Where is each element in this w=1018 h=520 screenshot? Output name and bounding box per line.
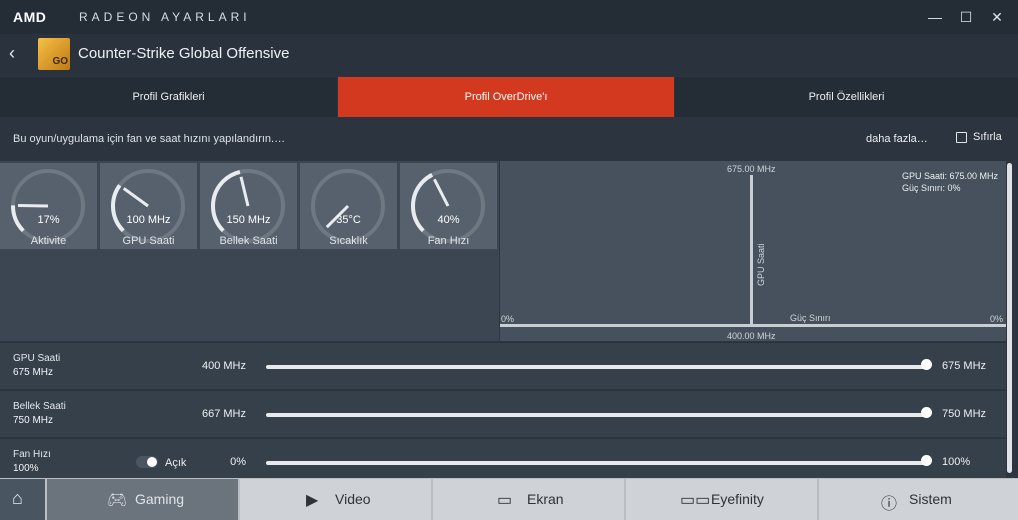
slider-name: Bellek Saati [13,401,66,412]
nav-label: Video [335,491,371,507]
slider-min: 400 MHz [201,360,246,372]
back-arrow-icon[interactable]: ‹ [9,43,15,64]
fan-toggle-label: Açık [165,457,187,469]
close-button[interactable]: ✕ [988,8,1006,26]
gauge-value: 150 MHz [226,214,271,226]
game-icon: GO [38,38,70,70]
toggle-knob [147,457,157,467]
slider-thumb[interactable] [921,455,932,466]
nav-label: Gaming [135,491,185,507]
gauge-value: 35°C [336,214,361,226]
gauges-panel: 17% Aktivite 100 MHz GPU Saati 150 MHz B… [0,161,499,341]
gauge-gpu-clock: 100 MHz GPU Saati [100,163,197,249]
slider-thumb[interactable] [921,359,932,370]
reset-button[interactable]: Sıfırla [956,131,1002,143]
slider-row-gpu-clock: GPU Saati 675 MHz 400 MHz 675 MHz [0,342,1006,389]
slider-track[interactable] [266,461,926,465]
graph-vertical-axis [750,175,753,325]
eyefinity-icon: ▭▭ [680,492,711,509]
gauge-temperature: 35°C Sıcaklık [300,163,397,249]
nav-label: Ekran [527,491,564,507]
gauge-value: 17% [37,214,60,226]
nav-home[interactable]: ⌂ [0,479,45,520]
play-icon: ▶ [306,492,319,509]
slider-min: 0% [230,456,246,468]
profile-tabs: Profil Grafikleri Profil OverDrive'ı Pro… [0,77,1018,117]
slider-name: GPU Saati [13,353,61,364]
readout-gpu-clock: GPU Saati: 675.00 MHz [901,171,998,181]
nav-video[interactable]: ▶ Video [240,479,431,520]
nav-display[interactable]: ▭ Ekran [433,479,624,520]
profile-header: ‹ GO Counter-Strike Global Offensive [0,34,1018,76]
slider-value: 100% [13,463,39,474]
gauge-label: Fan Hızı [427,235,470,247]
home-icon: ⌂ [12,488,23,508]
gauge-label: Sıcaklık [329,235,368,247]
gauge-fan-speed: 40% Fan Hızı [400,163,497,249]
slider-track[interactable] [266,365,926,369]
gauge-label: Bellek Saati [219,235,278,247]
graph-right-pct: 0% [989,314,1003,324]
nav-label: Eyefinity [711,491,764,507]
nav-eyefinity[interactable]: ▭▭ Eyefinity [626,479,817,520]
slider-row-memory-clock: Bellek Saati 750 MHz 667 MHz 750 MHz [0,390,1006,437]
slider-track[interactable] [266,413,926,417]
description-row: Bu oyun/uygulama için fan ve saat hızını… [0,117,1018,161]
graph-y-label: GPU Saati [756,243,766,286]
more-link[interactable]: daha fazla… [866,133,928,145]
tab-profile-graphics[interactable]: Profil Grafikleri [0,77,337,117]
nav-system[interactable]: ⓘ Sistem [819,479,1018,520]
gauge-label: GPU Saati [122,235,175,247]
amd-logo: AMD [13,9,47,25]
graph-x-label: Güç Sınırı [790,313,831,323]
slider-thumb[interactable] [921,407,932,418]
slider-row-fan-speed: Fan Hızı 100% Açık 0% 100% [0,438,1006,479]
bottom-nav: ⌂ 🎮︎ Gaming ▶ Video ▭ Ekran ▭▭ Eyefinity… [0,478,1018,520]
scrollbar[interactable] [1006,161,1014,477]
tab-profile-features[interactable]: Profil Özellikleri [675,77,1018,117]
nav-gaming[interactable]: 🎮︎ Gaming [47,479,238,520]
slider-value: 750 MHz [13,415,54,426]
graph-bottom-label: 400.00 MHz [727,331,776,341]
description-text: Bu oyun/uygulama için fan ve saat hızını… [13,133,286,145]
slider-max: 675 MHz [942,360,987,372]
graph-left-pct: 0% [501,314,515,324]
slider-min: 667 MHz [201,408,246,420]
gauge-needle [122,187,149,208]
gauge-needle [239,176,250,207]
info-icon: ⓘ [881,496,898,513]
overdrive-graph[interactable]: 675.00 MHz GPU Saati Güç Sınırı 0% 0% 40… [500,161,1006,341]
app-title: RADEON AYARLARI [79,10,251,24]
tab-profile-overdrive[interactable]: Profil OverDrive'ı [338,77,674,117]
graph-horizontal-axis [500,324,1006,327]
gauge-value: 40% [437,214,460,226]
slider-max: 100% [942,456,971,468]
reset-label: Sıfırla [973,131,1002,143]
slider-value: 675 MHz [13,367,54,378]
gamepad-icon: 🎮︎ [107,492,128,509]
maximize-button[interactable]: ☐ [957,8,975,26]
reset-icon [956,131,967,143]
title-bar: AMD RADEON AYARLARI — ☐ ✕ [0,0,1018,34]
readout-power-limit: Güç Sınırı: 0% [901,183,961,193]
gauge-value: 100 MHz [126,214,171,226]
monitor-icon: ▭ [497,492,513,509]
minimize-button[interactable]: — [926,8,944,26]
scrollbar-thumb[interactable] [1007,163,1012,473]
slider-max: 750 MHz [942,408,987,420]
graph-top-label: 675.00 MHz [727,164,776,174]
gauge-needle [433,178,450,207]
graph-readout: GPU Saati: 675.00 MHz Güç Sınırı: 0% [902,170,998,194]
gauge-activity: 17% Aktivite [0,163,97,249]
game-title: Counter-Strike Global Offensive [78,45,290,62]
gauge-memory-clock: 150 MHz Bellek Saati [200,163,297,249]
nav-label: Sistem [909,491,952,507]
game-icon-text: GO [52,56,68,67]
slider-name: Fan Hızı [13,449,51,460]
fan-toggle[interactable] [136,456,158,468]
gauge-label: Aktivite [30,235,67,247]
